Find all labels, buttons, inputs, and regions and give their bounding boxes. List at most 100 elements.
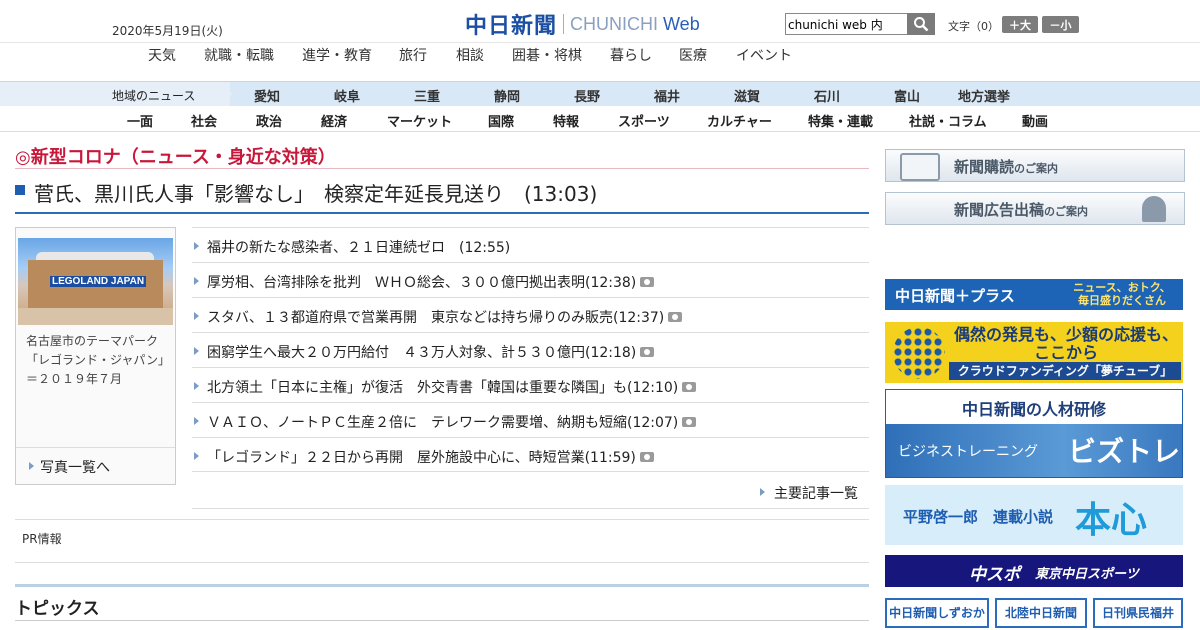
news-photo[interactable]: LEGOLAND JAPAN (18, 238, 173, 325)
crowdfunding-banner[interactable]: 偶然の発見も、少額の応援も、ここから クラウドファンディング「夢チューブ」 (885, 322, 1183, 383)
camera-icon (682, 417, 697, 427)
divider (15, 562, 869, 563)
top-headline[interactable]: 菅氏、黒川氏人事「影響なし」 検察定年延長見送り (13:03) (34, 178, 597, 207)
category-video[interactable]: 動画 (1022, 111, 1048, 130)
section-title[interactable]: ◎新型コロナ（ニュース・身近な対策） (15, 143, 336, 169)
category-politics[interactable]: 政治 (256, 111, 282, 130)
search-button[interactable] (907, 13, 935, 35)
training-brand: ビズトレ (1068, 435, 1181, 468)
advertise-label: 新聞広告出稿のご案内 (954, 199, 1088, 220)
news-item[interactable]: 福井の新たな感染者、２１日連続ゼロ (12:55) (192, 227, 869, 263)
news-text: ＶＡＩＯ、ノートＰＣ生産２倍に テレワーク需要増、納期も短縮(12:07) (207, 412, 697, 432)
region-label-box: 地域のニュース (0, 82, 230, 106)
divider (15, 168, 869, 169)
photo-list-label: 写真一覧へ (40, 460, 110, 476)
news-time: (12:55) (459, 240, 511, 256)
current-date: 2020年5月19日(火) (112, 24, 223, 38)
news-text: 厚労相、台湾排除を批判 ＷＨＯ総会、３００億円拠出表明(12:38) (207, 272, 655, 292)
news-time: (12:37) (613, 310, 665, 326)
region-gifu[interactable]: 岐阜 (334, 86, 360, 105)
arrow-right-icon (29, 462, 34, 470)
category-special-report[interactable]: 特報 (553, 111, 579, 130)
region-aichi[interactable]: 愛知 (254, 86, 280, 105)
service-link-travel[interactable]: 旅行 (399, 45, 427, 65)
region-shiga[interactable]: 滋賀 (734, 86, 760, 105)
training-banner[interactable]: 中日新聞の人材研修 ビジネストレーニング ビズトレ (885, 389, 1183, 478)
news-item[interactable]: ＶＡＩＯ、ノートＰＣ生産２倍に テレワーク需要増、納期も短縮(12:07) (192, 402, 869, 438)
news-item[interactable]: 困窮学生へ最大２０万円給付 ４３万人対象、計５３０億円(12:18) (192, 332, 869, 368)
region-nagano[interactable]: 長野 (574, 86, 600, 105)
region-mie[interactable]: 三重 (414, 86, 440, 105)
region-shizuoka[interactable]: 静岡 (494, 86, 520, 105)
service-link-events[interactable]: イベント (736, 45, 792, 65)
photo-ground-shape (18, 308, 173, 325)
advertise-sub: のご案内 (1044, 205, 1089, 218)
subscribe-main: 新聞購読 (954, 158, 1015, 176)
service-link-igo-shogi[interactable]: 囲碁・将棋 (512, 45, 582, 65)
service-link-living[interactable]: 暮らし (610, 45, 652, 65)
hokuriku-link[interactable]: 北陸中日新聞 (995, 598, 1087, 628)
region-arrow (222, 82, 232, 106)
font-size-label: 文字（0） (948, 20, 999, 33)
news-item[interactable]: 北方領土「日本に主権」が復活 外交青書「韓国は重要な隣国」も(12:10) (192, 367, 869, 403)
font-bigger-button[interactable]: ＋大 (1002, 16, 1038, 33)
news-title: 北方領土「日本に主権」が復活 外交青書「韓国は重要な隣国」も (207, 380, 627, 396)
news-time: (12:07) (627, 415, 679, 431)
arrow-right-icon (194, 277, 199, 285)
chuspo-banner[interactable]: 中スポ 東京中日スポーツ (885, 555, 1183, 587)
category-market[interactable]: マーケット (387, 111, 452, 130)
arrow-right-icon (194, 452, 199, 460)
novel-title: 本心 (1075, 499, 1148, 541)
photo-list-link[interactable]: 写真一覧へ (16, 447, 175, 484)
news-item[interactable]: 「レゴランド」２２日から再開 屋外施設中心に、時短営業(11:59) (192, 437, 869, 473)
kenmin-fukui-link[interactable]: 日刊県民福井 (1093, 598, 1183, 628)
news-text: 北方領土「日本に主権」が復活 外交青書「韓国は重要な隣国」も(12:10) (207, 377, 697, 397)
site-logo[interactable]: 中日新聞 CHUNICHI Web (465, 8, 700, 40)
category-economy[interactable]: 経済 (321, 111, 347, 130)
news-title: 福井の新たな感染者、２１日連続ゼロ (207, 240, 459, 256)
service-link-consult[interactable]: 相談 (456, 45, 484, 65)
category-society[interactable]: 社会 (191, 111, 217, 130)
service-link-medical[interactable]: 医療 (679, 45, 707, 65)
arrow-right-icon (194, 312, 199, 320)
region-fukui[interactable]: 福井 (654, 86, 680, 105)
serial-novel-banner[interactable]: 平野啓一郎 連載小説 本心 (885, 485, 1183, 545)
camera-icon (639, 452, 654, 462)
service-link-education[interactable]: 進学・教育 (302, 45, 372, 65)
category-editorial[interactable]: 社説・コラム (909, 111, 987, 130)
news-time: (11:59) (584, 450, 636, 466)
subscribe-label: 新聞購読のご案内 (954, 156, 1058, 177)
category-features[interactable]: 特集・連載 (808, 111, 873, 130)
more-articles-link[interactable]: 主要記事一覧 (192, 471, 869, 509)
search-icon (914, 17, 929, 32)
training-subtitle: ビジネストレーニング (898, 444, 1038, 460)
arrow-right-icon (194, 347, 199, 355)
camera-icon (640, 347, 655, 357)
category-sports[interactable]: スポーツ (618, 111, 670, 130)
camera-icon (640, 277, 655, 287)
training-image: ビジネストレーニング ビズトレ (886, 424, 1182, 477)
font-smaller-button[interactable]: －小 (1042, 16, 1079, 33)
category-world[interactable]: 国際 (488, 111, 514, 130)
news-title: ＶＡＩＯ、ノートＰＣ生産２倍に テレワーク需要増、納期も短縮 (207, 415, 627, 431)
subscribe-button[interactable]: 新聞購読のご案内 (885, 149, 1185, 182)
crowdfunding-label: クラウドファンディング「夢チューブ」 (949, 362, 1181, 380)
category-culture[interactable]: カルチャー (707, 111, 772, 130)
chunichi-plus-banner[interactable]: 中日新聞＋プラス ニュース、おトク、毎日盛りだくさん (885, 279, 1183, 310)
region-ishikawa[interactable]: 石川 (814, 86, 840, 105)
camera-icon (682, 382, 697, 392)
advertise-button[interactable]: 新聞広告出稿のご案内 (885, 192, 1185, 225)
divider (15, 212, 869, 214)
region-nav: 地域のニュース 愛知 岐阜 三重 静岡 長野 福井 滋賀 石川 富山 地方選挙 (0, 81, 1200, 107)
logo-divider (563, 14, 565, 34)
chuspo-title: 中スポ (969, 565, 1020, 585)
service-link-jobs[interactable]: 就職・転職 (204, 45, 274, 65)
news-item[interactable]: 厚労相、台湾排除を批判 ＷＨＯ総会、３００億円拠出表明(12:38) (192, 262, 869, 298)
shizuoka-link[interactable]: 中日新聞しずおか (885, 598, 989, 628)
news-item[interactable]: スタバ、１３都道府県で営業再開 東京などは持ち帰りのみ販売(12:37) (192, 297, 869, 333)
region-toyama[interactable]: 富山 (894, 86, 920, 105)
category-front-page[interactable]: 一面 (127, 111, 153, 130)
search-input[interactable] (785, 13, 908, 35)
service-link-weather[interactable]: 天気 (148, 45, 176, 65)
region-elections[interactable]: 地方選挙 (958, 86, 1010, 105)
